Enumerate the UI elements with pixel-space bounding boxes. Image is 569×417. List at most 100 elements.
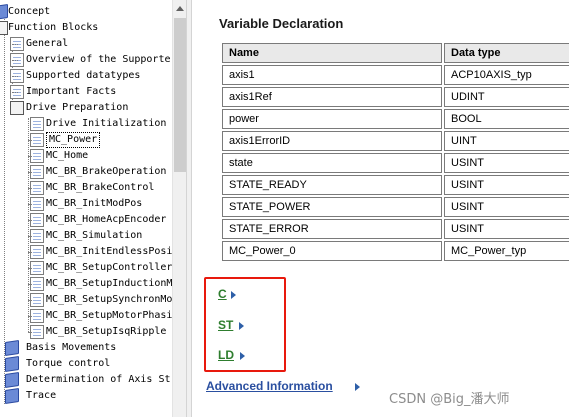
link-st[interactable]: ST: [218, 318, 233, 332]
help-tree: Concept Function Blocks General Overview of…: [0, 0, 186, 417]
cell-variable-name: STATE_ERROR: [222, 219, 442, 239]
tree-item[interactable]: MC_Power: [0, 132, 172, 148]
highlight-box: [204, 277, 286, 372]
cell-variable-name: power: [222, 109, 442, 129]
tree-item[interactable]: Overview of the Supporte: [0, 52, 172, 68]
page-icon: [30, 245, 44, 259]
tree-item-label: MC_BR_InitEndlessPosi: [46, 246, 173, 257]
arrow-right-icon: [231, 291, 236, 299]
advanced-information-link[interactable]: Advanced Information: [206, 379, 333, 393]
tree-item[interactable]: MC_BR_SetupIsqRipple: [0, 324, 172, 340]
page-icon: [30, 261, 44, 275]
page-icon: [30, 293, 44, 307]
cell-variable-name: STATE_POWER: [222, 197, 442, 217]
tree-line: [28, 268, 32, 269]
scrollbar-thumb[interactable]: [174, 18, 186, 172]
content-pane: Variable Declaration Name Data type axis…: [192, 0, 569, 417]
cell-data-type: ACP10AXIS_typ: [444, 65, 569, 85]
tree-line: [28, 188, 32, 189]
tree-item[interactable]: Drive Preparation: [0, 100, 172, 116]
tree-item[interactable]: MC_BR_HomeAcpEncoder: [0, 212, 172, 228]
page-icon: [30, 213, 44, 227]
column-header-name: Name: [222, 43, 442, 63]
tree-item-label: MC_BR_SetupMotorPhasi: [46, 310, 173, 321]
page-icon: [30, 309, 44, 323]
tree-item[interactable]: Important Facts: [0, 84, 172, 100]
tree-item-label: MC_BR_HomeAcpEncoder: [46, 214, 167, 225]
tree-line: [12, 76, 18, 77]
cell-data-type: USINT: [444, 175, 569, 195]
scroll-up-arrow-icon[interactable]: [173, 0, 186, 16]
tree-item-label: MC_BR_Simulation: [46, 230, 143, 241]
tree-item[interactable]: Trace: [0, 388, 172, 404]
tree-item[interactable]: MC_BR_InitEndlessPosi: [0, 244, 172, 260]
tree-item[interactable]: Basis Movements: [0, 340, 172, 356]
column-header-datatype: Data type: [444, 43, 569, 63]
tree-item[interactable]: Function Blocks: [0, 20, 172, 36]
tree-line: [28, 316, 32, 317]
book-closed-icon: [5, 372, 19, 388]
tree-item[interactable]: MC_Home: [0, 148, 172, 164]
table-row: axis1 ACP10AXIS_typ: [222, 65, 569, 85]
tree-item[interactable]: Determination of Axis St: [0, 372, 172, 388]
cell-variable-name: STATE_READY: [222, 175, 442, 195]
tree-item-label: Supported datatypes: [26, 70, 141, 81]
cell-variable-name: axis1: [222, 65, 442, 85]
link-ld[interactable]: LD: [218, 348, 234, 362]
cell-variable-name: axis1Ref: [222, 87, 442, 107]
cell-variable-name: MC_Power_0: [222, 241, 442, 261]
cell-variable-name: state: [222, 153, 442, 173]
tree-item-label: MC_BR_SetupController: [46, 262, 173, 273]
tree-item-label: Basis Movements: [26, 342, 117, 353]
table-row: power BOOL: [222, 109, 569, 129]
tree-item[interactable]: MC_BR_BrakeOperation: [0, 164, 172, 180]
tree-item[interactable]: MC_BR_SetupInductionM: [0, 276, 172, 292]
arrow-right-icon: [355, 383, 360, 391]
tree-item-label: MC_BR_SetupSynchronMo: [46, 294, 173, 305]
tree-line: [28, 156, 32, 157]
tree-line: [28, 252, 32, 253]
tree-item[interactable]: MC_BR_InitModPos: [0, 196, 172, 212]
book-closed-icon: [5, 388, 19, 404]
tree-item[interactable]: General: [0, 36, 172, 52]
page-icon: [30, 117, 44, 131]
table-row: state USINT: [222, 153, 569, 173]
tree-item-label: Overview of the Supporte: [26, 54, 171, 65]
cell-data-type: UDINT: [444, 87, 569, 107]
cell-data-type: BOOL: [444, 109, 569, 129]
page-icon: [30, 133, 44, 147]
tree-item[interactable]: MC_BR_BrakeControl: [0, 180, 172, 196]
page-icon: [30, 149, 44, 163]
tree-item[interactable]: MC_BR_Simulation: [0, 228, 172, 244]
tree-line: [28, 140, 32, 141]
tree-item[interactable]: Concept: [0, 4, 172, 20]
table-header-row: Name Data type: [222, 43, 569, 63]
arrow-right-icon: [240, 352, 245, 360]
tree-item[interactable]: Supported datatypes: [0, 68, 172, 84]
tree-item[interactable]: Torque control: [0, 356, 172, 372]
tree-item-label: General: [26, 38, 69, 49]
tree-item-label: Trace: [26, 390, 57, 401]
tree-item[interactable]: MC_BR_SetupController: [0, 260, 172, 276]
tree-item-label: Function Blocks: [8, 22, 99, 33]
tree-line: [28, 204, 32, 205]
tree-item[interactable]: MC_BR_SetupSynchronMo: [0, 292, 172, 308]
tree-item[interactable]: MC_BR_SetupMotorPhasi: [0, 308, 172, 324]
tree-item[interactable]: Drive Initialization: [0, 116, 172, 132]
tree-line: [12, 92, 18, 93]
tree-scrollbar[interactable]: [172, 0, 186, 417]
page-icon: [30, 197, 44, 211]
tree-item-label: MC_Home: [46, 150, 89, 161]
tree-line: [28, 220, 32, 221]
table-row: axis1Ref UDINT: [222, 87, 569, 107]
cell-data-type: USINT: [444, 153, 569, 173]
cell-variable-name: axis1ErrorID: [222, 131, 442, 151]
page-icon: [30, 165, 44, 179]
link-c[interactable]: C: [218, 287, 227, 301]
tree-line: [28, 172, 32, 173]
tree-item-label: Concept: [8, 6, 51, 17]
book-open-icon: [10, 101, 24, 115]
cell-data-type: USINT: [444, 197, 569, 217]
watermark: CSDN @Big_潘大师: [389, 392, 510, 407]
book-closed-icon: [5, 340, 19, 356]
